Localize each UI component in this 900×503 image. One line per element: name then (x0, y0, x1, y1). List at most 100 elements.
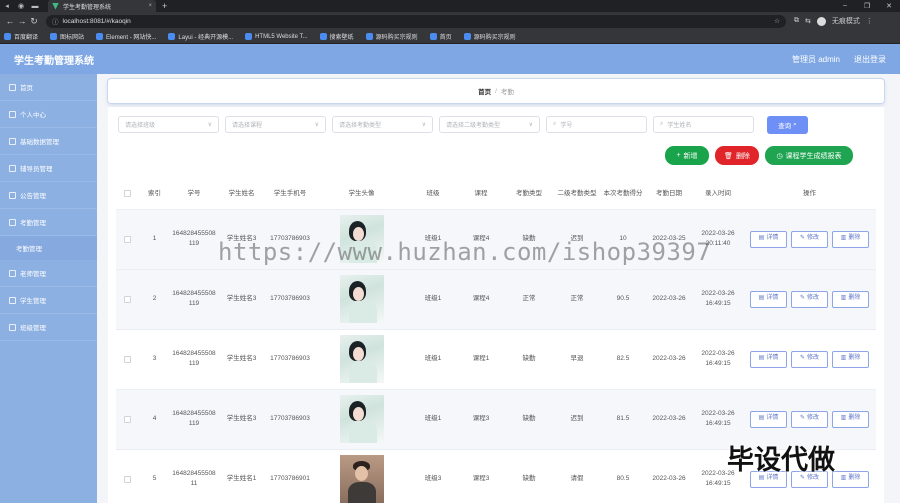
close-window-icon[interactable]: ✕ (878, 2, 900, 10)
extension-icon[interactable]: ⧉ (794, 17, 799, 25)
cell-subtype: 请假 (553, 449, 601, 503)
student-name-input[interactable]: ⌕ 学生姓名 (653, 116, 754, 133)
sidebar-item-class[interactable]: 班级管理 (0, 314, 97, 341)
cell-created: 2022-03-26 16:49:15 (693, 329, 743, 390)
row-checkbox[interactable] (123, 235, 131, 243)
bookmark-item[interactable]: 图标网站 (50, 32, 84, 41)
cell-student-no: 164828455508119 (171, 269, 217, 330)
maximize-icon[interactable]: ❐ (856, 2, 878, 10)
bookmark-item[interactable]: Layui - 经典开源模... (168, 32, 233, 41)
address-bar[interactable]: ⓘ localhost:8081/#/kaoqin ☆ (46, 14, 786, 28)
attendance-subtype-select[interactable]: 请选择二级考勤类型 ∨ (439, 116, 540, 133)
bookmark-item[interactable]: 搜索壁纸 (319, 32, 354, 41)
batch-delete-button[interactable]: 🗑 删除 (715, 146, 759, 165)
delete-button[interactable]: ▥ 删除 (832, 410, 869, 428)
student-avatar (339, 335, 384, 383)
text-watermark: 毕设代做 (727, 445, 835, 476)
row-select-cell[interactable] (116, 389, 138, 450)
bookmark-item[interactable]: 源码购买宗规则 (463, 32, 516, 41)
minimize-icon[interactable]: – (834, 2, 856, 10)
class-select[interactable]: 请选择班级 ∨ (118, 116, 219, 133)
bookmark-item[interactable]: 首页 (429, 32, 452, 41)
bookmark-icon (429, 33, 437, 40)
trash-icon: ▥ (840, 355, 847, 362)
column-header: 考勤类型 (505, 179, 553, 210)
row-select-cell[interactable] (116, 449, 138, 503)
row-select-cell[interactable] (116, 209, 138, 270)
student-no-input[interactable]: ⌕ 学号 (546, 116, 647, 133)
edit-button[interactable]: ✎ 修改 (791, 410, 828, 428)
new-tab-icon[interactable]: + (162, 1, 167, 11)
edit-icon: ✎ (799, 415, 805, 422)
logout-link[interactable]: 退出登录 (854, 54, 886, 65)
row-checkbox[interactable] (123, 295, 131, 303)
detail-button[interactable]: ▤ 详情 (750, 230, 787, 248)
edit-button[interactable]: ✎ 修改 (791, 350, 828, 368)
profile-avatar[interactable] (816, 16, 826, 26)
reload-icon[interactable]: ↻ (28, 16, 40, 27)
window-menu-icon[interactable]: ◂ (0, 0, 14, 12)
add-button[interactable]: + 新增 (665, 146, 709, 165)
sidebar-item-profile[interactable]: 个人中心 (0, 101, 97, 128)
bookmark-item[interactable]: 源码购买宗规则 (365, 32, 418, 41)
cell-ops: ▤ 详情 ✎ 修改 ▥ 删除 (743, 209, 876, 270)
browser-tab[interactable]: 学生考勤管理系统 × (48, 0, 156, 12)
profile-label[interactable]: 无痕模式 (832, 16, 860, 26)
row-select-cell[interactable] (116, 269, 138, 330)
forward-icon[interactable]: → (16, 16, 28, 26)
attendance-type-select[interactable]: 请选择考勤类型 ∨ (332, 116, 433, 133)
tab-overview-icon[interactable]: ▬ (28, 0, 42, 12)
bookmark-star-icon[interactable]: ☆ (774, 17, 780, 25)
detail-button[interactable]: ▤ 详情 (750, 350, 787, 368)
search-icon: ⌕ (660, 121, 664, 127)
course-select[interactable]: 请选择课程 ∨ (225, 116, 326, 133)
teacher-icon (9, 269, 16, 277)
browser-menu-icon[interactable]: ⋮ (866, 17, 873, 25)
bookmark-item[interactable]: HTML5 Website T... (245, 33, 308, 40)
select-all-cell[interactable] (116, 179, 138, 210)
row-checkbox[interactable] (123, 475, 131, 483)
row-checkbox[interactable] (123, 355, 131, 363)
cell-name: 学生姓名1 (217, 449, 266, 503)
cell-avatar (314, 329, 409, 390)
sidebar-item-notice[interactable]: 公告管理 (0, 182, 97, 209)
student-avatar (339, 455, 384, 503)
sidebar-item-student[interactable]: 学生管理 (0, 287, 97, 314)
edit-button[interactable]: ✎ 修改 (791, 230, 828, 248)
translate-icon[interactable]: ⇆ (805, 17, 811, 25)
sidebar-subitem-attendance[interactable]: 考勤管理 (0, 236, 97, 260)
edit-button[interactable]: ✎ 修改 (791, 290, 828, 308)
row-checkbox[interactable] (123, 415, 131, 423)
column-header: 课程 (457, 179, 505, 210)
search-button[interactable]: 查询 ⌕ (767, 116, 808, 134)
breadcrumb: 首页 / 考勤 (108, 79, 884, 103)
row-select-cell[interactable] (116, 329, 138, 390)
tab-search-icon[interactable]: ◉ (14, 0, 28, 12)
bookmark-item[interactable]: 百度翻译 (4, 32, 38, 41)
close-tab-icon[interactable]: × (148, 3, 152, 9)
sidebar-item-attendance[interactable]: 考勤管理 (0, 209, 97, 236)
report-button[interactable]: ◷ 课程学生成绩报表 (765, 146, 853, 165)
column-header: 考勤日期 (645, 179, 693, 210)
back-icon[interactable]: ← (4, 16, 16, 26)
select-all-checkbox[interactable] (123, 190, 131, 198)
detail-button[interactable]: ▤ 详情 (750, 410, 787, 428)
sidebar-item-home[interactable]: 首页 (0, 74, 97, 101)
delete-button[interactable]: ▥ 删除 (832, 230, 869, 248)
delete-button[interactable]: ▥ 删除 (832, 470, 869, 488)
notice-icon (9, 191, 16, 199)
detail-button[interactable]: ▤ 详情 (750, 290, 787, 308)
delete-button[interactable]: ▥ 删除 (832, 350, 869, 368)
breadcrumb-home[interactable]: 首页 (478, 86, 491, 96)
data-icon (9, 137, 16, 145)
column-header: 操作 (743, 179, 876, 210)
delete-button[interactable]: ▥ 删除 (832, 290, 869, 308)
cell-index: 4 (138, 389, 171, 450)
sidebar-item-base-data[interactable]: 基础数据管理 (0, 128, 97, 155)
chevron-down-icon: ∨ (421, 122, 426, 128)
sidebar-item-counselor[interactable]: 辅导员管理 (0, 155, 97, 182)
bookmark-item[interactable]: Element - 网站快... (96, 32, 156, 41)
info-icon[interactable]: ⓘ (52, 16, 59, 26)
sidebar-item-teacher[interactable]: 老师管理 (0, 260, 97, 287)
search-icon: ⌕ (793, 121, 797, 128)
